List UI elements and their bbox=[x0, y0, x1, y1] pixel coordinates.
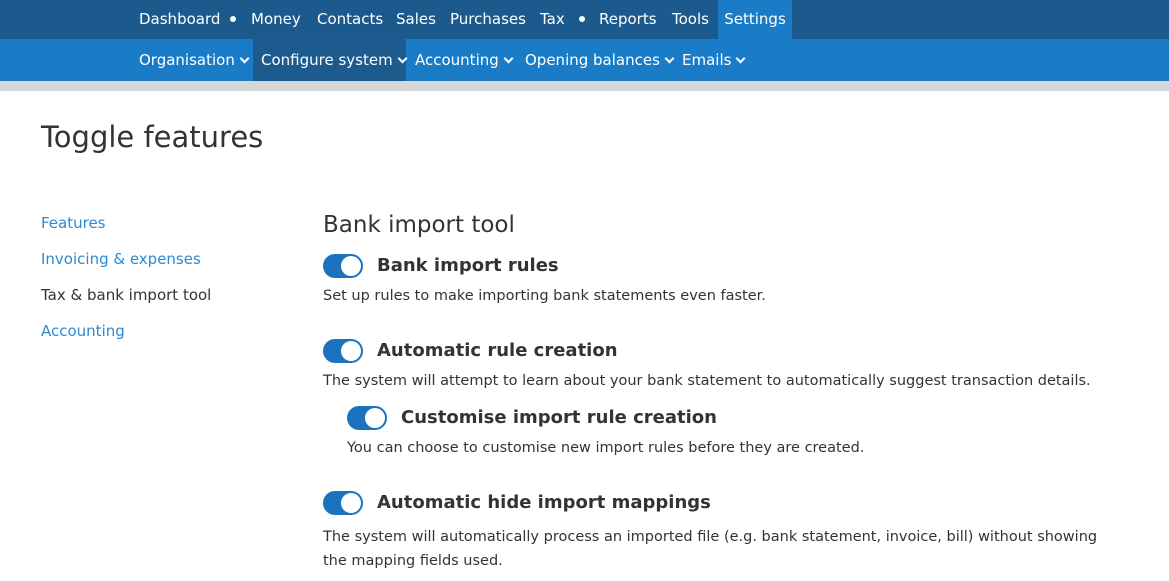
toggle-knob bbox=[365, 408, 385, 428]
top-nav-purchases[interactable]: Purchases bbox=[450, 0, 526, 39]
feature-label: Customise import rule creation bbox=[401, 407, 717, 428]
automatic-hide-import-mappings-toggle[interactable] bbox=[323, 491, 363, 515]
top-nav-sales[interactable]: Sales bbox=[396, 0, 436, 39]
sub-nav-label: Opening balances bbox=[525, 51, 660, 69]
chevron-down-icon bbox=[664, 53, 675, 64]
toggle-knob bbox=[341, 341, 361, 361]
sub-nav-configure-system[interactable]: Configure system bbox=[253, 39, 408, 81]
feature-description: You can choose to customise new import r… bbox=[347, 440, 865, 456]
sub-nav-label: Configure system bbox=[261, 51, 393, 69]
automatic-rule-creation-toggle[interactable] bbox=[323, 339, 363, 363]
feature-label: Automatic rule creation bbox=[377, 340, 618, 361]
separator-dot bbox=[230, 16, 236, 22]
chevron-down-icon bbox=[503, 53, 514, 64]
sub-nav-label: Accounting bbox=[415, 51, 499, 69]
top-nav-reports[interactable]: Reports bbox=[599, 0, 657, 39]
sub-nav-label: Emails bbox=[682, 51, 732, 69]
page-title: Toggle features bbox=[41, 120, 264, 154]
sidebar-item-accounting[interactable]: Accounting bbox=[41, 322, 125, 340]
feature-description: The system will automatically process an… bbox=[323, 529, 1098, 569]
toggle-knob bbox=[341, 493, 361, 513]
chevron-down-icon bbox=[735, 53, 746, 64]
sidebar-item-tax-bank-import-tool: Tax & bank import tool bbox=[41, 286, 212, 304]
sidebar-item-features[interactable]: Features bbox=[41, 214, 106, 232]
sub-nav-label: Organisation bbox=[139, 51, 235, 69]
section-title: Bank import tool bbox=[323, 212, 515, 238]
bank-import-rules-toggle[interactable] bbox=[323, 254, 363, 278]
top-nav-contacts[interactable]: Contacts bbox=[317, 0, 383, 39]
sub-nav-accounting[interactable]: Accounting bbox=[415, 39, 514, 81]
feature-description: Set up rules to make importing bank stat… bbox=[323, 288, 766, 304]
top-nav-tools[interactable]: Tools bbox=[672, 0, 709, 39]
feature-label: Automatic hide import mappings bbox=[377, 492, 711, 513]
chevron-down-icon bbox=[239, 53, 250, 64]
feature-description: The system will attempt to learn about y… bbox=[323, 373, 1091, 389]
sub-nav-emails[interactable]: Emails bbox=[682, 39, 746, 81]
top-nav-dashboard[interactable]: Dashboard bbox=[139, 0, 220, 39]
header-divider bbox=[0, 81, 1169, 91]
sub-nav-opening-balances[interactable]: Opening balances bbox=[525, 39, 675, 81]
top-nav: Dashboard Money Contacts Sales Purchases… bbox=[0, 0, 1169, 39]
top-nav-settings[interactable]: Settings bbox=[718, 0, 792, 39]
top-nav-money[interactable]: Money bbox=[251, 0, 301, 39]
toggle-knob bbox=[341, 256, 361, 276]
separator-dot bbox=[579, 16, 585, 22]
customise-import-rule-creation-toggle[interactable] bbox=[347, 406, 387, 430]
sub-nav: Organisation Configure system Accounting… bbox=[0, 39, 1169, 81]
sidebar-item-invoicing-expenses[interactable]: Invoicing & expenses bbox=[41, 250, 201, 268]
top-nav-tax[interactable]: Tax bbox=[540, 0, 565, 39]
feature-label: Bank import rules bbox=[377, 255, 559, 276]
sub-nav-organisation[interactable]: Organisation bbox=[139, 39, 250, 81]
chevron-down-icon bbox=[397, 53, 408, 64]
